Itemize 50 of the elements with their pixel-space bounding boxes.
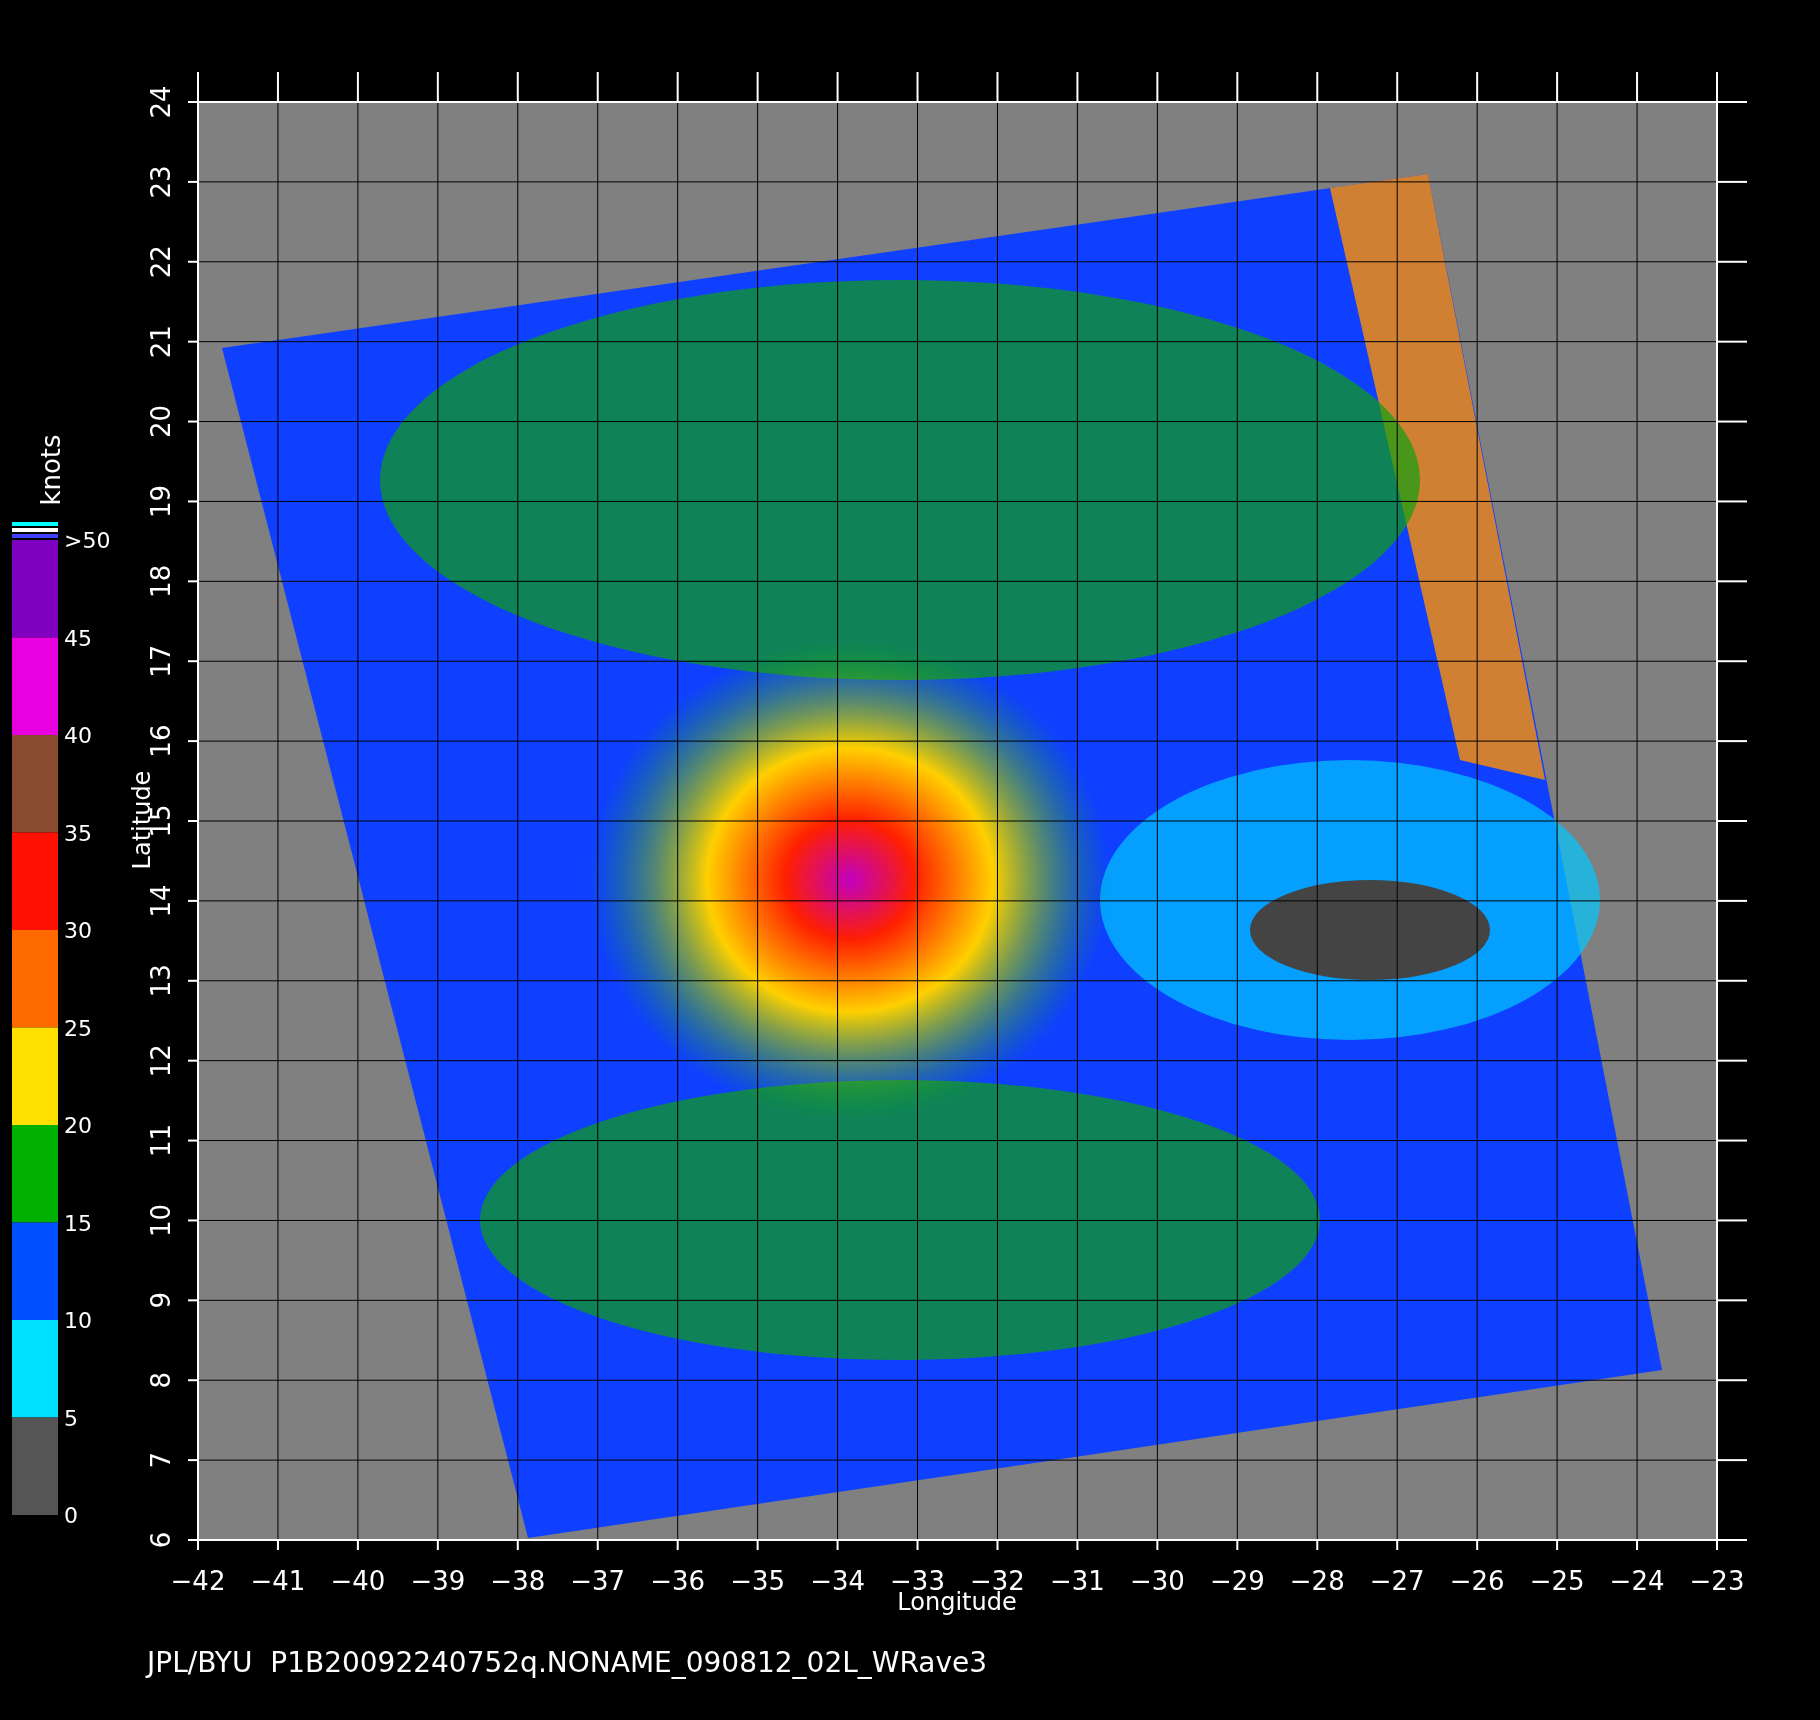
y-tick-label: 23 bbox=[146, 165, 176, 199]
colorbar-label: >50 bbox=[64, 528, 111, 553]
y-tick-label: 8 bbox=[146, 1371, 176, 1389]
x-tick-label: −39 bbox=[410, 1566, 466, 1596]
colorbar-unit: knots bbox=[36, 434, 66, 506]
y-tick-label: 12 bbox=[146, 1044, 176, 1078]
x-tick-label: −26 bbox=[1449, 1566, 1505, 1596]
colorbar-label: 20 bbox=[64, 1113, 92, 1138]
y-tick-label: 11 bbox=[146, 1124, 176, 1158]
x-tick-label: −30 bbox=[1129, 1566, 1185, 1596]
colorbar-label: 10 bbox=[64, 1308, 92, 1333]
x-tick-label: −23 bbox=[1689, 1566, 1745, 1596]
y-tick-label: 21 bbox=[146, 325, 176, 359]
x-tick-label: −25 bbox=[1529, 1566, 1585, 1596]
colorbar-label: 25 bbox=[64, 1015, 92, 1041]
y-tick-label: 7 bbox=[146, 1451, 176, 1469]
x-tick-label: −28 bbox=[1289, 1566, 1345, 1596]
colorbar-top-stripes bbox=[12, 522, 58, 538]
colorbar-label: 0 bbox=[64, 1503, 78, 1528]
colorbar-label: 35 bbox=[64, 820, 92, 846]
y-tick-label: 24 bbox=[146, 85, 176, 119]
colorbar-label: 15 bbox=[64, 1210, 92, 1236]
x-tick-label: −24 bbox=[1609, 1566, 1665, 1596]
y-tick-label: 17 bbox=[146, 644, 176, 678]
y-tick-label: 18 bbox=[146, 564, 176, 598]
x-tick-label: −40 bbox=[330, 1566, 386, 1596]
colorbar-label: 30 bbox=[64, 918, 92, 943]
y-tick-label: 10 bbox=[146, 1203, 176, 1237]
x-tick-label: −41 bbox=[250, 1566, 306, 1596]
x-tick-label: −34 bbox=[810, 1566, 865, 1596]
y-tick-label: 13 bbox=[146, 964, 176, 998]
y-tick-label: 16 bbox=[146, 724, 176, 758]
colorbar-label: 40 bbox=[64, 723, 92, 748]
x-tick-label: −42 bbox=[170, 1566, 226, 1596]
footer-caption: JPL/BYU P1B20092240752q.NONAME_090812_02L_WRave3 bbox=[147, 1646, 988, 1679]
y-tick-label: 19 bbox=[146, 484, 176, 518]
y-tick-label: 14 bbox=[146, 884, 176, 918]
y-tick-label: 6 bbox=[146, 1531, 176, 1549]
x-tick-label: −27 bbox=[1369, 1566, 1425, 1596]
x-tick-label: −35 bbox=[730, 1566, 786, 1596]
y-tick-label: 22 bbox=[146, 245, 176, 279]
x-tick-label: −29 bbox=[1209, 1566, 1265, 1596]
y-tick-label: 9 bbox=[146, 1292, 176, 1309]
x-tick-label: −31 bbox=[1050, 1566, 1105, 1596]
y-tick-label: 20 bbox=[146, 405, 176, 439]
colorbar-label: 5 bbox=[64, 1405, 78, 1431]
x-tick-label: −37 bbox=[570, 1566, 626, 1596]
x-tick-label: −38 bbox=[490, 1566, 546, 1596]
colorbar-label: 45 bbox=[64, 625, 92, 651]
x-tick-label: −36 bbox=[650, 1566, 706, 1596]
